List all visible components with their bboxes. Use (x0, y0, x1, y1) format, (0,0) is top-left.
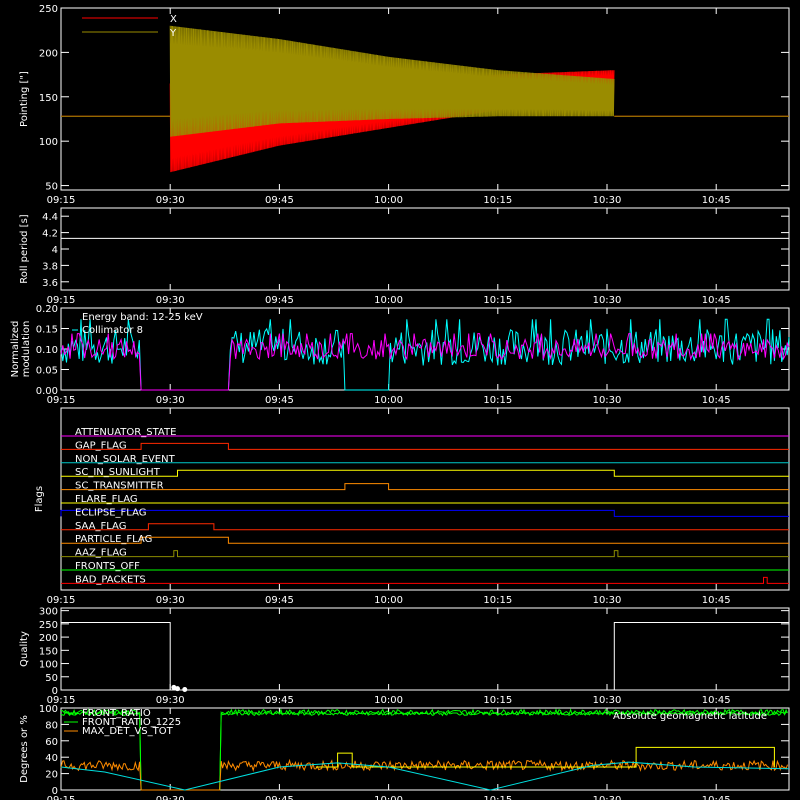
roll-y-tick-label: 3.8 (42, 261, 58, 272)
flag-attenuator-state-label: ATTENUATOR_STATE (75, 427, 176, 438)
roll-y-tick-label: 4.2 (42, 229, 58, 240)
pointing-x-tick-label: 09:15 (47, 195, 76, 206)
roll-y-tick-label: 4.4 (42, 212, 58, 223)
modulation-y-tick-label: 0.00 (36, 386, 58, 397)
quality-y-tick-label: 250 (39, 620, 58, 631)
roll-x-tick-label: 10:45 (702, 295, 731, 306)
quality-x-tick-label: 10:00 (374, 695, 403, 706)
flags-x-tick-label: 09:15 (47, 595, 76, 606)
pointing-y-tick-label: 50 (45, 182, 58, 193)
flag-saa-flag-label: SAA_FLAG (75, 521, 126, 532)
flag-gap-flag-label: GAP_FLAG (75, 440, 127, 451)
quality-x-tick-label: 10:30 (593, 695, 622, 706)
degrees-y-tick-label: 0 (52, 786, 58, 797)
quality-y-tick-label: 200 (39, 633, 58, 644)
quality-x-tick-label: 09:30 (156, 695, 185, 706)
quality-x-tick-label: 10:45 (702, 695, 731, 706)
modulation-x-tick-label: 10:00 (374, 395, 403, 406)
quality-y-tick-label: 50 (45, 673, 58, 684)
degrees-y-tick-label: 80 (45, 720, 58, 731)
flag-sc-in-sunlight-label: SC_IN_SUNLIGHT (75, 467, 161, 478)
degrees-x-tick-label: 10:30 (593, 795, 622, 800)
quality-y-tick-label: 0 (52, 686, 58, 697)
flag-flare-flag-label: FLARE_FLAG (75, 494, 138, 505)
roll-x-tick-label: 09:30 (156, 295, 185, 306)
roll-y-tick-label: 4 (52, 245, 58, 256)
pointing-x-tick-label: 10:00 (374, 195, 403, 206)
flag-aaz-flag-label: AAZ_FLAG (75, 548, 127, 559)
pointing-x-tick-label: 10:45 (702, 195, 731, 206)
flag-sc-transmitter-label: SC_TRANSMITTER (75, 481, 164, 492)
degrees-y-axis-label: Degrees or % (19, 715, 30, 783)
modulation-y-tick-label: 0.15 (36, 325, 58, 336)
flags-x-tick-label: 09:30 (156, 595, 185, 606)
quality-y-tick-label: 100 (39, 660, 58, 671)
quality-y-axis-label: Quality (19, 631, 30, 667)
degrees-y-tick-label: 20 (45, 770, 58, 781)
modulation-x-tick-label: 09:30 (156, 395, 185, 406)
modulation-x-tick-label: 10:30 (593, 395, 622, 406)
pointing-x-tick-label: 09:45 (265, 195, 294, 206)
modulation-y-axis-label: Normalizedmodulation (10, 321, 32, 378)
degrees-y-tick-label: 40 (45, 753, 58, 764)
degrees-x-tick-label: 10:45 (702, 795, 731, 800)
degrees-x-tick-label: 10:15 (483, 795, 512, 800)
pointing-x-tick-label: 10:15 (483, 195, 512, 206)
degrees-y-tick-label: 100 (39, 704, 58, 715)
flags-x-tick-label: 10:15 (483, 595, 512, 606)
legend-label-x: X (170, 14, 177, 25)
modulation-x-tick-label: 10:15 (483, 395, 512, 406)
legend-label-collimator-8: Collimator 8 (82, 325, 143, 336)
flags-x-tick-label: 09:45 (265, 595, 294, 606)
degrees-y-tick-label: 60 (45, 737, 58, 748)
modulation-x-tick-label: 09:45 (265, 395, 294, 406)
modulation-x-tick-label: 10:45 (702, 395, 731, 406)
energy-band-annotation: Energy band: 12-25 keV (82, 312, 203, 323)
flags-x-tick-label: 10:45 (702, 595, 731, 606)
legend-label-absolute-geomagnetic-latitude: Absolute geomagnetic latitude (613, 711, 767, 722)
flags-x-tick-label: 10:00 (374, 595, 403, 606)
degrees-x-tick-label: 10:00 (374, 795, 403, 800)
pointing-y-axis-label: Pointing ["] (19, 71, 30, 127)
flags-y-axis-label: Flags (34, 486, 45, 512)
legend-label-max-det-vs-tot: MAX_DET_VS_TOT (82, 726, 174, 737)
modulation-y-tick-label: 0.05 (36, 366, 58, 377)
flag-bad-packets-label: BAD_PACKETS (75, 574, 146, 585)
pointing-y-tick-label: 200 (39, 48, 58, 59)
roll-x-tick-label: 10:00 (374, 295, 403, 306)
modulation-y-tick-label: 0.20 (36, 304, 58, 315)
flag-non-solar-event-label: NON_SOLAR_EVENT (75, 454, 176, 465)
degrees-x-tick-label: 09:45 (265, 795, 294, 800)
roll-x-tick-label: 10:15 (483, 295, 512, 306)
quality-y-tick-label: 150 (39, 646, 58, 657)
pointing-y-tick-label: 100 (39, 137, 58, 148)
modulation-y-tick-label: 0.10 (36, 345, 58, 356)
roll-x-tick-label: 09:45 (265, 295, 294, 306)
quality-y-tick-label: 300 (39, 607, 58, 618)
pointing-y-tick-label: 250 (39, 4, 58, 15)
roll-y-tick-label: 3.6 (42, 278, 58, 289)
figure: 09:15 09:30 09:45 10:00 10:15 10:30 10:45 50 100… (0, 0, 800, 800)
pointing-x-tick-label: 10:30 (593, 195, 622, 206)
flag-fronts-off-label: FRONTS_OFF (75, 561, 140, 572)
roll-y-axis-label: Roll period [s] (19, 214, 30, 283)
legend-label-y: Y (169, 28, 177, 39)
flag-particle-flag-label: PARTICLE_FLAG (75, 534, 152, 545)
pointing-x-tick-label: 09:30 (156, 195, 185, 206)
degrees-x-tick-label: 09:30 (156, 795, 185, 800)
quality-dot-2 (182, 686, 188, 692)
roll-x-tick-label: 10:30 (593, 295, 622, 306)
quality-dot-1 (174, 686, 180, 692)
pointing-y-tick-label: 150 (39, 93, 58, 104)
quality-x-tick-label: 09:45 (265, 695, 294, 706)
flags-x-tick-label: 10:30 (593, 595, 622, 606)
flag-eclipse-flag-label: ECLIPSE_FLAG (75, 507, 146, 518)
quality-x-tick-label: 10:15 (483, 695, 512, 706)
